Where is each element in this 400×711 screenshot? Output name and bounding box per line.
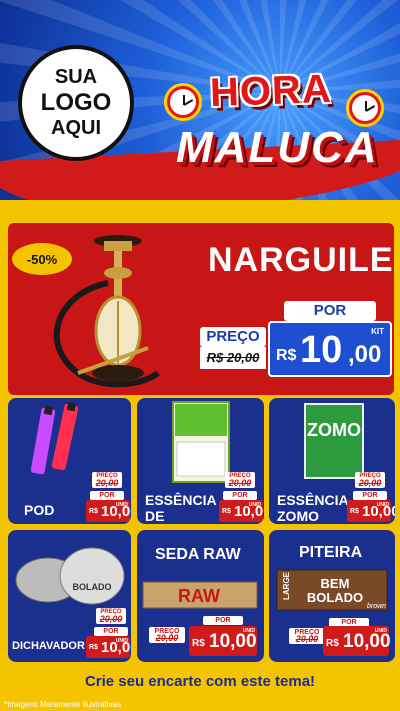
por-tag: POR — [90, 491, 124, 500]
headline: HORA MALUCA — [158, 55, 388, 185]
hookah-image — [53, 235, 160, 388]
price-tag[interactable]: R$10,00UNID — [347, 500, 395, 522]
piteira-large-text: LARGE — [282, 571, 291, 600]
headline-maluca: MALUCA — [176, 123, 379, 172]
raw-logo-text: RAW — [178, 586, 220, 606]
preco-tag: PREÇO 20,00 — [149, 627, 185, 643]
product-card-essencia-menta[interactable]: ESSÊNCIA DE MENTA PREÇO20,00 POR R$10,00… — [137, 398, 264, 524]
card-label: POD — [24, 502, 55, 518]
cta-banner[interactable]: Crie seu encarte com este tema! — [10, 666, 390, 696]
piteira-logo-line-2: BOLADO — [307, 590, 363, 605]
footnote: *Imagens Meramente Ilustrativas — [4, 700, 121, 709]
price-tag[interactable]: R$10,00UNID — [86, 636, 131, 658]
logo-placeholder[interactable]: SUA LOGO AQUI — [18, 45, 134, 161]
product-card-pod[interactable]: POD PREÇO20,00 POR R$10,00UNID — [8, 398, 131, 524]
hero-price-int: 10 — [300, 329, 343, 371]
piteira-brown-text: brown — [367, 603, 386, 610]
por-tag: POR — [94, 627, 128, 636]
hero-title: NARGUILE — [208, 241, 394, 279]
hero-currency: R$ — [276, 347, 297, 364]
price-tag[interactable]: R$10,00UNID — [323, 626, 391, 656]
product-card-dichavador[interactable]: BOLADO DICHAVADOR PREÇO20,00 POR R$10,00… — [8, 530, 131, 662]
logo-line-3: AQUI — [51, 116, 101, 139]
zomo-logo-text: ZOMO — [307, 420, 361, 440]
alarm-clock-icon — [164, 83, 202, 121]
hero-price-dec: ,00 — [348, 341, 382, 368]
headline-hora: HORA — [209, 66, 333, 116]
preco-tag: PREÇO 20,00 — [225, 472, 255, 488]
card-label: DICHAVADOR — [12, 640, 85, 652]
preco-tag: PREÇO 20,00 — [289, 628, 325, 644]
card-label: ESSÊNCIA ZOMO — [277, 492, 349, 524]
product-card-piteira[interactable]: PITEIRA LARGE BEM BOLADO brown PREÇO 20,0… — [269, 530, 395, 662]
logo-line-2: LOGO — [40, 89, 112, 117]
hero-preco-label: PREÇO — [200, 327, 266, 347]
por-tag: POR — [353, 491, 387, 500]
hero-product-card[interactable]: -50% NARGUILE PREÇO R$ 20,00 POR R$ 10 ,… — [8, 223, 394, 395]
preco-tag: PREÇO 20,00 — [92, 472, 122, 488]
piteira-logo-line-1: BEM — [321, 576, 350, 591]
discount-badge: -50% — [12, 243, 72, 275]
hero-old-price: R$ 20,00 — [200, 347, 266, 369]
hero-unit: KIT — [371, 327, 384, 336]
alarm-clock-icon — [346, 89, 384, 127]
hero-por-label: POR — [284, 301, 376, 321]
price-tag[interactable]: R$10,00UNID — [189, 626, 257, 656]
preco-tag: PREÇO 20,00 — [355, 472, 385, 488]
por-tag: POR — [223, 491, 257, 500]
hero-price-box[interactable]: R$ 10 ,00 KIT — [268, 321, 392, 377]
grinder-logo-text: BOLADO — [73, 582, 112, 592]
preco-tag: PREÇO 20,00 — [96, 608, 126, 624]
price-tag[interactable]: R$10,00UNID — [86, 500, 131, 522]
product-card-seda-raw[interactable]: SEDA RAW RAW PREÇO 20,00 POR R$ 10,00 UNID — [137, 530, 264, 662]
product-card-essencia-zomo[interactable]: ZOMO ESSÊNCIA ZOMO PREÇO 20,00 POR R$ 10,0… — [269, 398, 395, 524]
card-label: ESSÊNCIA DE MENTA — [145, 492, 217, 524]
header-banner: SUA LOGO AQUI HORA MALUCA — [0, 0, 400, 205]
price-tag[interactable]: R$10,00UNID — [219, 500, 264, 522]
por-tag: POR — [203, 616, 243, 625]
logo-line-1: SUA — [54, 66, 98, 89]
